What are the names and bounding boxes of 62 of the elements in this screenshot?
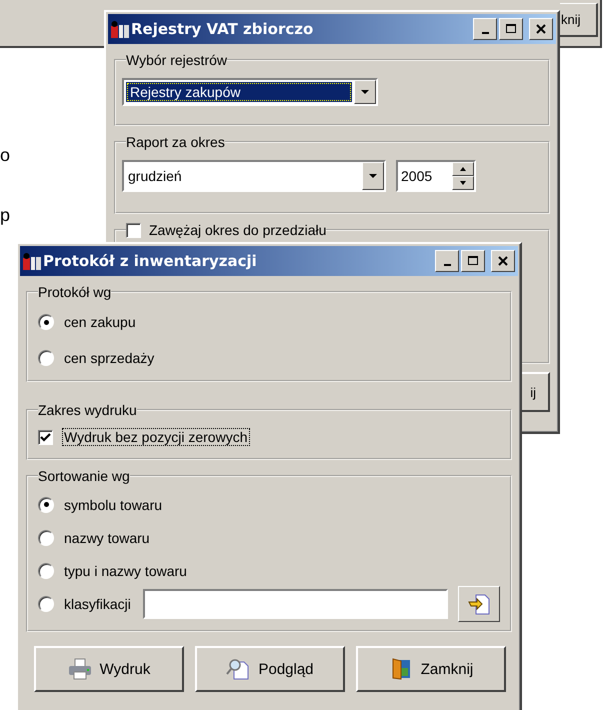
close-button[interactable] [529, 18, 553, 40]
select-button[interactable] [458, 586, 500, 622]
maximize-button[interactable] [499, 18, 523, 40]
close-button[interactable] [491, 250, 515, 272]
register-dropdown[interactable]: Rejestry zakupów [122, 78, 378, 106]
checkbox-label: Wydruk bez pozycji zerowych [63, 429, 248, 445]
close-button[interactable]: knij [560, 3, 598, 37]
close-icon [498, 256, 508, 266]
spin-up-button[interactable] [452, 162, 474, 176]
checkbox[interactable] [126, 222, 141, 238]
printer-icon [68, 658, 92, 680]
checkbox[interactable] [38, 430, 53, 444]
caret-icon [360, 89, 370, 95]
classification-field[interactable] [142, 588, 448, 618]
text-fragment: p [0, 205, 10, 226]
radio-label: symbolu towaru [64, 496, 162, 512]
minimize-icon [444, 264, 450, 266]
close-icon [536, 24, 546, 34]
dropdown-button[interactable] [354, 80, 376, 104]
window-title: Protokół z inwentaryzacji [43, 252, 258, 270]
maximize-icon [468, 256, 478, 266]
group-label: Protokół wg [38, 284, 112, 300]
group-label: Sortowanie wg [38, 468, 130, 484]
magnifier-page-icon [226, 658, 250, 680]
app-logo-icon [23, 252, 41, 270]
radio-button[interactable] [38, 562, 54, 578]
radio-label: nazwy towaru [64, 530, 150, 546]
radio-button[interactable] [38, 314, 54, 330]
radio-button[interactable] [38, 530, 54, 546]
dropdown-value: grudzień [127, 167, 183, 186]
minimize-icon [482, 32, 488, 34]
radio-button[interactable] [38, 596, 54, 612]
minimize-button[interactable] [435, 250, 459, 272]
month-dropdown[interactable]: grudzień [122, 160, 386, 192]
preview-button[interactable]: Podgląd [195, 646, 345, 692]
spinner-value: 2005 [400, 167, 434, 186]
radio-label: typu i nazwy towaru [64, 562, 187, 578]
minimize-button[interactable] [473, 18, 497, 40]
text-fragment: o [0, 145, 10, 166]
group-label: Raport za okres [126, 134, 225, 150]
radio-label: cen sprzedaży [64, 350, 154, 366]
group-label: Wybór rejestrów [126, 52, 228, 68]
app-logo-icon [111, 20, 129, 38]
up-arrow-icon [458, 166, 468, 172]
close-button[interactable]: Zamknij [356, 646, 506, 692]
print-button[interactable]: Wydruk [34, 646, 184, 692]
radio-label: cen zakupu [64, 314, 136, 330]
window-title: Rejestry VAT zbiorczo [131, 20, 314, 38]
page-arrow-icon [467, 592, 491, 614]
radio-label: klasyfikacji [64, 596, 131, 612]
caret-icon [368, 173, 378, 179]
radio-button[interactable] [38, 496, 54, 512]
group-label: Zakres wydruku [38, 402, 137, 418]
maximize-icon [506, 24, 516, 34]
spin-down-button[interactable] [452, 176, 474, 190]
checkbox-label: Zawężaj okres do przedziału [149, 222, 326, 238]
dropdown-value: Rejestry zakupów [126, 82, 352, 102]
dropdown-button[interactable] [362, 162, 384, 190]
radio-button[interactable] [38, 350, 54, 366]
year-spinner[interactable]: 2005 [396, 160, 476, 192]
down-arrow-icon [458, 180, 468, 186]
maximize-button[interactable] [461, 250, 485, 272]
